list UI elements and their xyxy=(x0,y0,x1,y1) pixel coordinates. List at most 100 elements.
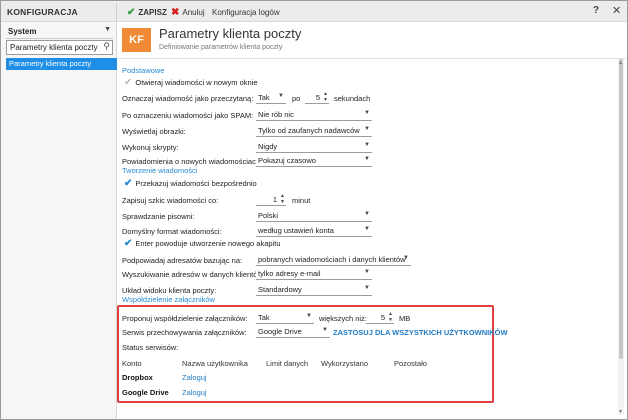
run-scripts-select[interactable]: Nigdy ▼ xyxy=(256,141,372,153)
address-search-label: Wyszukiwanie adresów w danych klientów: xyxy=(122,270,265,279)
show-images-value: Tylko od zaufanych nadawców xyxy=(258,126,360,135)
chevron-down-icon: ▼ xyxy=(322,327,328,333)
save-draft-label: Zapisuj szkic wiadomości co: xyxy=(122,196,219,205)
run-scripts-value: Nigdy xyxy=(258,142,278,151)
chevron-down-icon: ▼ xyxy=(104,26,111,33)
chevron-down-icon: ▼ xyxy=(306,313,312,319)
storage-service-label: Serwis przechowywania załączników: xyxy=(122,328,247,337)
service-name-dropbox: Dropbox xyxy=(122,373,153,382)
column-header-username: Nazwa użytkownika xyxy=(182,359,248,368)
close-icon[interactable]: ✕ xyxy=(612,4,621,17)
size-threshold-value: 5 xyxy=(380,313,385,322)
checkbox-checked-icon: ✔ xyxy=(124,238,133,249)
propose-sharing-value: Tak xyxy=(258,313,270,322)
notifications-select[interactable]: Pokazuj czasowo ▼ xyxy=(256,155,372,167)
column-header-limit: Limit danych xyxy=(266,359,309,368)
page-title: Parametry klienta poczty xyxy=(159,26,302,41)
run-scripts-label: Wykonuj skrypty: xyxy=(122,143,179,152)
scrollbar-thumb[interactable] xyxy=(619,59,623,359)
storage-service-select[interactable]: Google Drive ▼ xyxy=(256,326,330,338)
chevron-down-icon: ▼ xyxy=(364,226,370,232)
chevron-down-icon: ▼ xyxy=(364,285,370,291)
search-icon[interactable]: ⚲ xyxy=(103,41,110,52)
forward-direct-label: Przekazuj wiadomości bezpośrednio xyxy=(135,179,257,188)
propose-sharing-select[interactable]: Tak ▼ xyxy=(256,312,314,324)
open-new-window-label: Otwieraj wiadomości w nowym oknie xyxy=(135,78,258,87)
save-draft-value: 1 xyxy=(272,195,277,204)
larger-than-label: większych niż: xyxy=(319,314,367,323)
dropbox-login-link[interactable]: Zaloguj xyxy=(182,373,207,382)
sidebar-item-mail-client-params[interactable]: Parametry klienta poczty xyxy=(6,58,117,70)
chevron-down-icon: ▼ xyxy=(364,269,370,275)
google-drive-login-link[interactable]: Zaloguj xyxy=(182,388,207,397)
chevron-down-icon: ▼ xyxy=(364,211,370,217)
show-images-select[interactable]: Tylko od zaufanych nadawców ▼ xyxy=(256,125,372,137)
header-divider xyxy=(118,58,626,59)
propose-sharing-label: Proponuj współdzielenie załączników: xyxy=(122,314,248,323)
mark-read-value: Tak xyxy=(258,93,270,102)
mark-read-seconds-value: 5 xyxy=(315,93,320,102)
spellcheck-label: Sprawdzanie pisowni: xyxy=(122,212,195,221)
module-select-value: System xyxy=(8,27,37,36)
after-spam-value: Nie rób nic xyxy=(258,110,294,119)
app-title: KONFIGURACJA xyxy=(7,7,78,17)
page-subtitle: Definiowanie parametrów klienta poczty xyxy=(159,44,283,51)
apply-all-users-button[interactable]: ZASTOSUJ DLA WSZYSTKICH UŻYTKOWNIKÓW xyxy=(333,328,508,337)
save-button[interactable]: ✔ ZAPISZ xyxy=(127,5,167,19)
log-config-button[interactable]: Konfiguracja logów xyxy=(212,5,280,19)
cancel-button[interactable]: ✖ Anuluj xyxy=(171,5,205,19)
client-layout-select[interactable]: Standardowy ▼ xyxy=(256,284,372,296)
mark-read-label: Oznaczaj wiadomość jako przeczytaną: xyxy=(122,94,254,103)
suggest-addresses-select[interactable]: pobranych wiadomościach i danych klientó… xyxy=(256,254,411,266)
sidebar-search-value: Parametry klienta poczty xyxy=(10,43,98,52)
save-draft-stepper[interactable]: 1 ▲ ▼ xyxy=(256,193,286,206)
after-spam-select[interactable]: Nie rób nic ▼ xyxy=(256,109,372,121)
section-sharing-title: Współdzielenie załączników xyxy=(122,295,215,304)
forward-direct-checkbox[interactable]: ✔ Przekazuj wiadomości bezpośrednio xyxy=(124,178,257,189)
default-format-select[interactable]: według ustawień konta ▼ xyxy=(256,225,372,237)
help-icon[interactable]: ? xyxy=(593,5,599,16)
mark-read-select[interactable]: Tak ▼ xyxy=(256,92,286,104)
mark-read-after-label: po xyxy=(292,94,301,103)
address-search-value: tylko adresy e-mail xyxy=(258,269,321,278)
chevron-down-icon: ▼ xyxy=(364,156,370,162)
scrollbar[interactable] xyxy=(618,59,624,415)
service-status-label: Status serwisów: xyxy=(122,343,179,352)
default-format-label: Domyślny format wiadomości: xyxy=(122,227,222,236)
scroll-up-icon[interactable]: ▲ xyxy=(618,60,623,66)
column-header-used: Wykorzystano xyxy=(321,359,369,368)
sidebar: System ▼ Parametry klienta poczty ⚲ Para… xyxy=(1,22,117,419)
open-new-window-checkbox[interactable]: ✔ Otwieraj wiadomości w nowym oknie xyxy=(124,77,258,88)
address-search-select[interactable]: tylko adresy e-mail ▼ xyxy=(256,268,372,280)
x-icon: ✖ xyxy=(171,6,180,18)
spellcheck-select[interactable]: Polski ▼ xyxy=(256,210,372,222)
enter-paragraph-checkbox[interactable]: ✔ Enter powoduje utworzenie nowego akapi… xyxy=(124,238,281,249)
column-header-remaining: Pozostało xyxy=(394,359,427,368)
module-select[interactable]: System ▼ xyxy=(6,25,113,39)
stepper-arrows-icon[interactable]: ▲ ▼ xyxy=(280,193,285,205)
toolbar-divider xyxy=(116,3,117,21)
sidebar-search-input[interactable]: Parametry klienta poczty ⚲ xyxy=(6,40,113,55)
mark-read-seconds-stepper[interactable]: 5 ▲ ▼ xyxy=(305,91,329,104)
chevron-down-icon: ▼ xyxy=(364,126,370,132)
chevron-down-icon: ▼ xyxy=(364,110,370,116)
size-threshold-stepper[interactable]: 5 ▲ ▼ xyxy=(366,311,394,324)
cancel-label: Anuluj xyxy=(182,7,205,17)
enter-paragraph-label: Enter powoduje utworzenie nowego akapitu xyxy=(135,239,281,248)
chevron-down-icon: ▼ xyxy=(364,142,370,148)
top-toolbar: KONFIGURACJA ✔ ZAPISZ ✖ Anuluj Konfigura… xyxy=(1,1,627,22)
size-unit: MB xyxy=(399,314,411,323)
chevron-down-icon: ▼ xyxy=(403,255,409,261)
stepper-arrows-icon[interactable]: ▲ ▼ xyxy=(388,311,393,323)
section-basic-title: Podstawowe xyxy=(122,66,165,75)
stepper-arrows-icon[interactable]: ▲ ▼ xyxy=(323,91,328,103)
checkbox-checked-icon: ✔ xyxy=(124,178,133,189)
scroll-down-icon[interactable]: ▼ xyxy=(618,409,623,415)
suggest-addresses-value: pobranych wiadomościach i danych klientó… xyxy=(258,255,406,264)
mark-read-unit: sekundach xyxy=(334,94,371,103)
chevron-down-icon: ▼ xyxy=(278,93,284,99)
checkbox-icon: ✔ xyxy=(124,77,133,88)
notifications-label: Powiadomienia o nowych wiadomościach: xyxy=(122,157,263,166)
after-spam-label: Po oznaczeniu wiadomości jako SPAM: xyxy=(122,111,254,120)
column-header-account: Konto xyxy=(122,359,142,368)
